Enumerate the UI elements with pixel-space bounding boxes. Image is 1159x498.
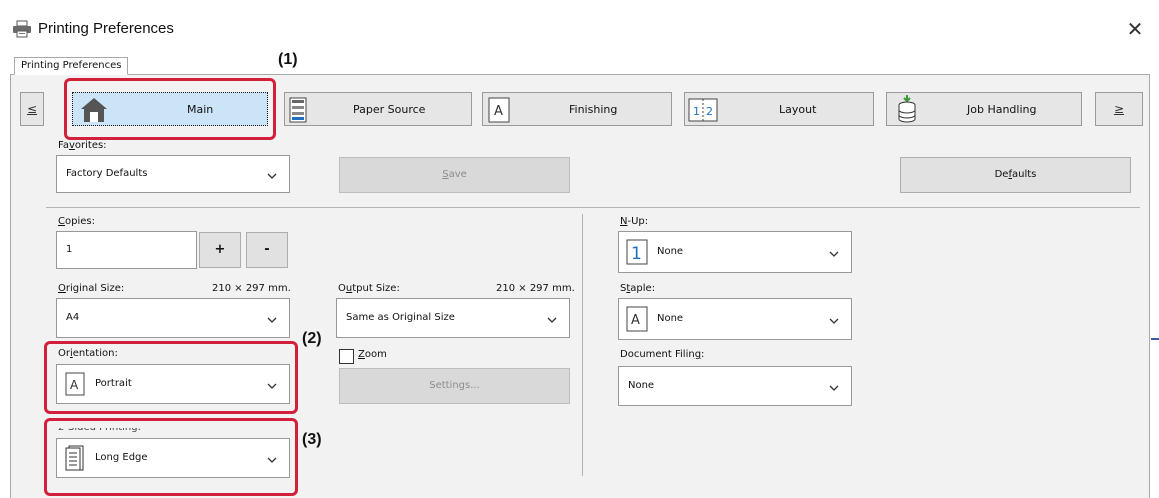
svg-text:1: 1 <box>631 244 642 264</box>
zoom-checkbox[interactable] <box>339 349 354 364</box>
callout-label-1: (1) <box>278 51 298 68</box>
callout-box-main-tab <box>64 78 276 140</box>
close-icon[interactable]: ✕ <box>1123 17 1147 41</box>
staple-dropdown[interactable]: A None <box>618 298 852 340</box>
layout-icon: 1 2 <box>688 98 718 122</box>
original-size-label: Original Size: <box>58 283 125 294</box>
favorites-label: Favorites: <box>58 140 107 151</box>
chevron-down-icon <box>267 173 277 179</box>
save-button[interactable]: Save <box>339 157 570 193</box>
output-size-dimensions: 210 × 297 mm. <box>496 283 575 294</box>
nup-label: N-Up: <box>620 216 649 227</box>
copies-decrement-button[interactable]: - <box>246 232 288 268</box>
edge-marker <box>1151 338 1159 340</box>
staple-label: Staple: <box>620 283 656 294</box>
copies-label: Copies: <box>58 216 95 227</box>
defaults-button[interactable]: Defaults <box>900 157 1131 193</box>
nup-dropdown[interactable]: 1 None <box>618 231 852 273</box>
column-divider <box>582 214 583 476</box>
tab-finishing-label: Finishing <box>569 103 618 116</box>
copies-increment-button[interactable]: + <box>199 232 241 268</box>
title-bar: Printing Preferences ✕ <box>0 0 1159 46</box>
nav-next-button[interactable]: ≥ <box>1095 92 1143 126</box>
output-size-label: Output Size: <box>338 283 400 294</box>
svg-text:A: A <box>494 104 503 119</box>
tab-job-handling[interactable]: Job Handling <box>886 92 1082 126</box>
zoom-label: Zoom <box>358 349 387 360</box>
chevron-down-icon <box>829 318 839 324</box>
svg-text:1: 1 <box>693 105 700 118</box>
output-size-dropdown[interactable]: Same as Original Size <box>336 298 570 338</box>
tab-layout[interactable]: 1 2 Layout <box>684 92 874 126</box>
chevron-down-icon <box>267 317 277 323</box>
paper-tray-icon <box>289 97 307 123</box>
copies-input[interactable]: 1 <box>56 231 197 269</box>
staple-icon: A <box>626 306 648 332</box>
tab-job-handling-label: Job Handling <box>967 103 1037 116</box>
section-divider <box>46 207 1140 208</box>
zoom-settings-button[interactable]: Settings... <box>339 368 570 404</box>
tab-layout-label: Layout <box>779 103 817 116</box>
chevron-down-icon <box>829 251 839 257</box>
favorites-dropdown[interactable]: Factory Defaults <box>56 155 290 193</box>
nav-prev-button[interactable]: ≤ <box>20 92 44 126</box>
finishing-icon: A <box>488 97 510 123</box>
job-handling-icon <box>898 95 916 123</box>
original-size-dropdown[interactable]: A4 <box>56 298 290 338</box>
document-filing-dropdown[interactable]: None <box>618 366 852 406</box>
chevron-down-icon <box>547 317 557 323</box>
tab-paper-source[interactable]: Paper Source <box>284 92 472 126</box>
chevron-down-icon <box>829 385 839 391</box>
favorites-value: Factory Defaults <box>66 168 148 179</box>
tab-printing-preferences[interactable]: Printing Preferences <box>14 57 129 75</box>
svg-text:2: 2 <box>706 105 713 118</box>
one-up-icon: 1 <box>626 239 648 265</box>
callout-box-orientation <box>44 341 298 414</box>
original-size-dimensions: 210 × 297 mm. <box>212 283 291 294</box>
tab-paper-source-label: Paper Source <box>353 103 426 116</box>
printer-icon <box>13 20 31 38</box>
callout-label-3: (3) <box>302 431 322 448</box>
tab-finishing[interactable]: A Finishing <box>482 92 672 126</box>
svg-text:A: A <box>631 313 640 328</box>
callout-label-2: (2) <box>302 330 322 347</box>
document-filing-label: Document Filing: <box>620 349 705 360</box>
window-title: Printing Preferences <box>38 20 174 37</box>
callout-box-two-sided <box>44 418 298 496</box>
